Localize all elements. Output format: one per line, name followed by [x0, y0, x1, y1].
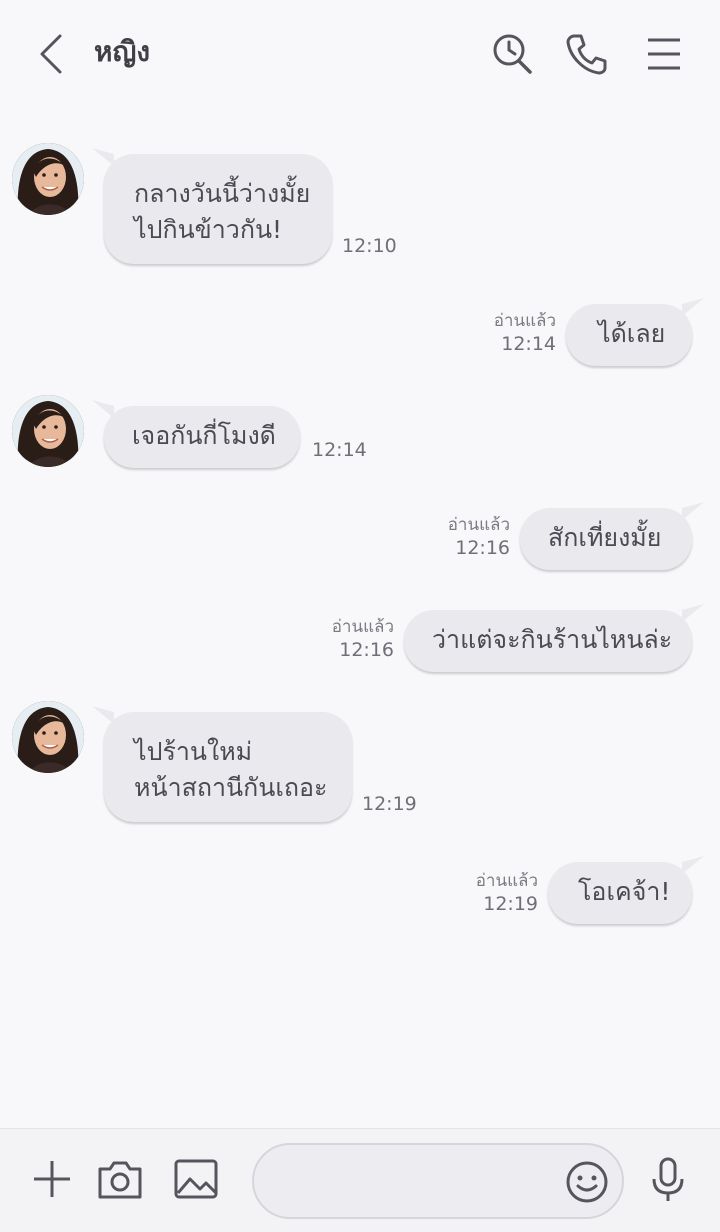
message-input[interactable]	[278, 1163, 568, 1201]
bubble-tail	[682, 298, 704, 316]
message-text-line: ได้เลย	[598, 319, 666, 348]
bubble-tail	[92, 148, 114, 166]
microphone-icon	[652, 1157, 684, 1201]
back-button[interactable]	[32, 30, 72, 78]
message-text-line: เจอกันกี่โมงดี	[132, 421, 276, 450]
chat-header: หญิง	[0, 0, 720, 106]
message-time: 12:16	[455, 537, 510, 559]
phone-icon	[566, 34, 607, 75]
plus-icon	[34, 1161, 70, 1197]
avatar-photo	[12, 143, 84, 215]
avatar-photo	[12, 701, 84, 773]
message-time: 12:14	[312, 439, 367, 461]
avatar[interactable]	[12, 395, 84, 467]
message-time: 12:16	[339, 639, 394, 661]
message-bubble[interactable]: โอเคจ้า!	[548, 856, 704, 924]
emoji-button[interactable]	[564, 1159, 610, 1205]
message-meta: อ่านแล้ว 12:16	[394, 514, 510, 560]
bubble-tail	[682, 502, 704, 520]
image-icon	[174, 1159, 218, 1199]
read-receipt: อ่านแล้ว	[493, 311, 556, 331]
message-text-line: ไปร้านใหม่	[134, 737, 253, 766]
menu-icon	[648, 38, 680, 70]
composer-bar	[0, 1128, 720, 1232]
read-receipt: อ่านแล้ว	[475, 871, 538, 891]
message-list[interactable]: กลางวันนี้ว่างมั้ย ไปกินข้าวกัน! 12:10 อ…	[0, 106, 720, 1128]
bubble-tail	[682, 604, 704, 622]
message-meta: อ่านแล้ว 12:19	[422, 870, 538, 916]
add-button[interactable]	[28, 1155, 76, 1203]
call-button[interactable]	[562, 30, 610, 78]
smiley-icon	[566, 1161, 608, 1203]
read-receipt: อ่านแล้ว	[447, 515, 510, 535]
chat-title: หญิง	[94, 35, 150, 68]
message-bubble[interactable]: กลางวันนี้ว่างมั้ย ไปกินข้าวกัน!	[92, 148, 332, 264]
avatar[interactable]	[12, 143, 84, 215]
avatar-photo	[12, 395, 84, 467]
message-meta: อ่านแล้ว 12:16	[278, 616, 394, 662]
message-bubble[interactable]: ได้เลย	[566, 298, 704, 366]
message-text-line: หน้าสถานีกันเถอะ	[134, 773, 328, 802]
message-time: 12:14	[501, 333, 556, 355]
bubble-tail	[92, 706, 114, 724]
bubble-tail	[92, 400, 114, 418]
message-bubble[interactable]: สักเที่ยงมั้ย	[520, 502, 704, 570]
avatar[interactable]	[12, 701, 84, 773]
camera-button[interactable]	[96, 1155, 144, 1203]
camera-icon	[98, 1161, 142, 1199]
message-text-line: สักเที่ยงมั้ย	[548, 523, 662, 552]
menu-button[interactable]	[640, 30, 688, 78]
chevron-left-icon	[40, 34, 62, 74]
search-icon	[493, 34, 532, 74]
message-time: 12:19	[362, 793, 417, 815]
message-meta: อ่านแล้ว 12:14	[440, 310, 556, 356]
voice-button[interactable]	[644, 1155, 692, 1203]
bubble-tail	[682, 856, 704, 874]
message-bubble[interactable]: ว่าแต่จะกินร้านไหนล่ะ	[404, 604, 704, 672]
message-time: 12:10	[342, 235, 397, 257]
message-input-box[interactable]	[252, 1143, 624, 1219]
search-button[interactable]	[488, 30, 536, 78]
gallery-button[interactable]	[172, 1155, 220, 1203]
message-text-line: ไปกินข้าวกัน!	[134, 215, 283, 244]
message-bubble[interactable]: ไปร้านใหม่ หน้าสถานีกันเถอะ	[92, 706, 352, 822]
message-bubble[interactable]: เจอกันกี่โมงดี	[92, 400, 300, 468]
message-text-line: โอเคจ้า!	[578, 877, 671, 906]
message-text-line: ว่าแต่จะกินร้านไหนล่ะ	[432, 625, 673, 654]
read-receipt: อ่านแล้ว	[331, 617, 394, 637]
message-text-line: กลางวันนี้ว่างมั้ย	[134, 179, 311, 208]
message-time: 12:19	[483, 893, 538, 915]
